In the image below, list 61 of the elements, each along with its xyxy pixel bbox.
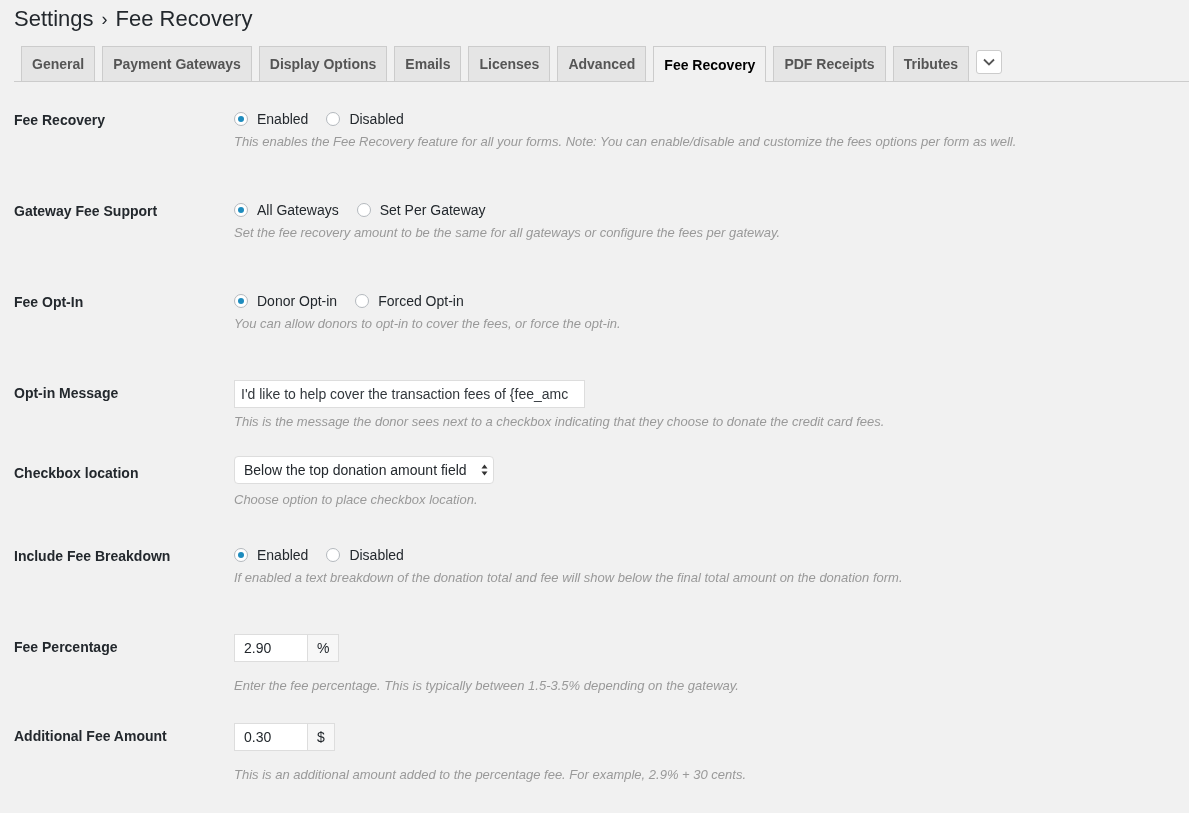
tab[interactable]: PDF Receipts [773,46,886,81]
tab[interactable]: Emails [394,46,462,81]
tab[interactable]: Display Options [258,46,388,81]
radio-label: All Gateways [257,202,339,218]
setting-label: Additional Fee Amount [14,727,168,744]
radio-button[interactable] [356,203,371,217]
radio-option[interactable]: Enabled [234,547,309,563]
page-title: Fee Recovery [115,6,253,32]
tab[interactable]: Tributes [892,46,970,81]
radio-button[interactable] [234,294,248,308]
radio-button[interactable] [326,112,341,126]
setting-label: Checkbox location [14,464,140,481]
radio-button[interactable] [355,294,370,308]
radio-label: Forced Opt-in [378,293,464,309]
tab[interactable]: Fee Recovery [653,46,767,82]
breadcrumb-link[interactable]: Settings [14,6,94,32]
breadcrumb-separator: › [101,8,108,30]
radio-option[interactable]: Set Per Gateway [356,202,486,218]
tab[interactable]: Advanced [557,46,647,81]
radio-option[interactable]: Disabled [326,547,404,563]
radio-label: Enabled [257,111,309,127]
field-description: This is an additional amount added to the percentage fee. For example, 2.9% + 30 cents. [234,767,746,782]
setting-label: Include Fee Breakdown [14,547,172,564]
radio-option[interactable]: Disabled [326,111,404,127]
tab[interactable]: General [21,46,96,81]
setting-label: Fee Opt-In [14,293,85,310]
setting-label: Opt-in Message [14,384,120,401]
tab[interactable]: Payment Gateways [102,46,252,81]
radio-button[interactable] [234,548,248,562]
setting-label: Fee Recovery [14,111,107,128]
field-description: This enables the Fee Recovery feature for all your forms. Note: You can enable/disable and customize the fees options per form as well. [234,134,1017,149]
number-field[interactable]: 0.30 [234,723,308,751]
radio-option[interactable]: Enabled [234,111,309,127]
radio-button[interactable] [326,548,341,562]
field-description: Enter the fee percentage. This is typically between 1.5-3.5% depending on the gateway. [234,678,739,693]
radio-button[interactable] [234,203,248,217]
tab[interactable]: Licenses [468,46,551,81]
field-description: Set the fee recovery amount to be the same for all gateways or configure the fees per gateway. [234,225,781,240]
field-description: This is the message the donor sees next to a checkbox indicating that they choose to donate the credit card fees. [234,414,885,429]
radio-option[interactable]: Forced Opt-in [355,293,464,309]
text-field[interactable]: I'd like to help cover the transaction fees of {fee_amc [234,380,585,408]
radio-button[interactable] [234,112,248,126]
chevron-down-icon [983,58,996,66]
unit-label: % [308,634,340,662]
radio-label: Donor Opt-in [257,293,338,309]
field-description: You can allow donors to opt-in to cover the fees, or force the opt-in. [234,316,621,331]
radio-option[interactable]: All Gateways [234,202,339,218]
number-field[interactable]: 2.90 [234,634,308,662]
radio-label: Disabled [349,547,404,563]
setting-label: Gateway Fee Support [14,202,159,219]
up-down-arrows-icon [481,464,488,476]
setting-label: Fee Percentage [14,638,119,655]
more-tabs-button[interactable] [976,50,1003,74]
radio-label: Disabled [349,111,404,127]
unit-label: $ [308,723,335,751]
field-description: Choose option to place checkbox location. [234,492,478,507]
radio-label: Enabled [257,547,309,563]
radio-option[interactable]: Donor Opt-in [234,293,338,309]
dropdown[interactable]: Below the top donation amount field [234,456,494,484]
field-description: If enabled a text breakdown of the donation total and fee will show below the final total amount on the donation form. [234,570,903,585]
radio-label: Set Per Gateway [379,202,486,218]
